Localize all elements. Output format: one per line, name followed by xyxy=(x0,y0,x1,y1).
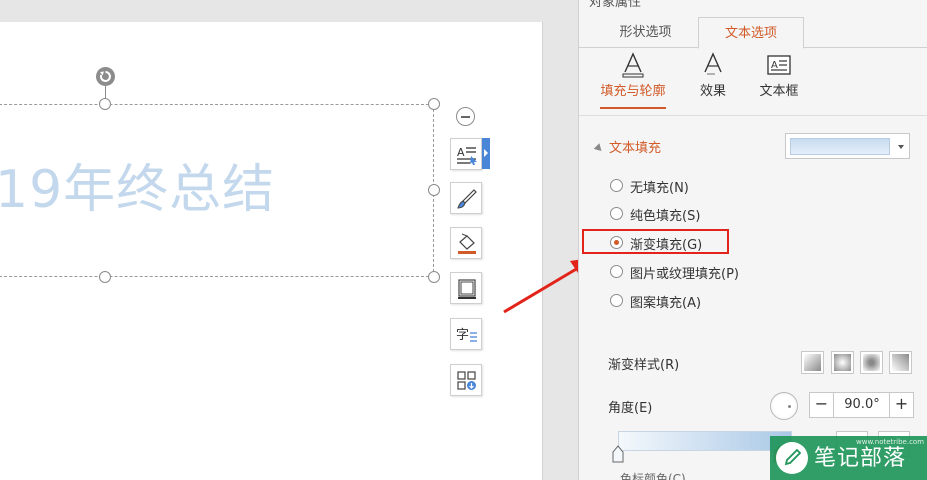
gradient-style-rect[interactable] xyxy=(860,351,883,374)
brush-button[interactable] xyxy=(450,182,482,214)
color-swatch xyxy=(790,138,890,155)
gradient-style-label: 渐变样式(R) xyxy=(608,358,680,373)
resize-handle-bottom-right[interactable] xyxy=(428,271,440,283)
more-options-button[interactable] xyxy=(450,364,482,396)
sub-tab-effect-label: 效果 xyxy=(699,84,726,99)
brush-icon xyxy=(457,189,477,209)
watermark-url: www.notetribe.com xyxy=(856,438,925,446)
chevron-down-icon xyxy=(898,145,904,149)
radio-no-fill-label: 无填充(N) xyxy=(630,181,689,196)
angle-value-input[interactable]: 90.0° xyxy=(835,393,889,417)
tab-text-options[interactable]: 文本选项 xyxy=(698,17,804,49)
character-icon: 字 xyxy=(456,328,477,343)
resize-handle-middle-right[interactable] xyxy=(428,184,440,196)
stop-color-label: 色标颜色(C) xyxy=(620,472,686,480)
panel-title-strip: 对象属性 xyxy=(579,0,927,10)
gradient-stop-bar[interactable] xyxy=(618,431,792,451)
angle-dial[interactable] xyxy=(770,392,798,420)
angle-label: 角度(E) xyxy=(608,401,653,416)
text-fill-section-toggle[interactable]: 文本填充 xyxy=(595,137,661,156)
panel-title: 对象属性 xyxy=(589,0,642,10)
slide-title-text[interactable]: 19年终总结 xyxy=(0,155,275,225)
resize-handle-top-middle[interactable] xyxy=(99,98,111,110)
angle-decrease-button[interactable]: − xyxy=(810,393,834,417)
text-style-icon: A xyxy=(457,146,477,165)
sub-tab-fill-outline[interactable]: 填充与轮廓 xyxy=(594,52,672,109)
angle-increase-button[interactable]: + xyxy=(889,393,913,417)
shape-outline-button[interactable] xyxy=(450,272,482,304)
text-wrap-button[interactable]: 字 xyxy=(450,318,482,350)
resize-handle-top-right[interactable] xyxy=(428,98,440,110)
resize-handle-bottom-middle[interactable] xyxy=(99,271,111,283)
gradient-style-radial[interactable] xyxy=(831,351,854,374)
textbox-icon: A xyxy=(767,55,791,75)
floating-toolbar: A 字 xyxy=(449,102,490,402)
collapse-toolbar-button[interactable] xyxy=(456,107,475,126)
radio-pattern-fill-label: 图案填充(A) xyxy=(630,296,702,311)
radio-gradient-fill-label: 渐变填充(G) xyxy=(630,238,703,253)
radio-button-icon xyxy=(610,294,623,307)
radio-button-icon xyxy=(610,179,623,192)
site-watermark: 笔记部落 www.notetribe.com xyxy=(770,436,927,480)
expand-text-style-button[interactable] xyxy=(482,138,490,169)
svg-text:A: A xyxy=(771,60,778,71)
section-divider xyxy=(579,115,927,116)
radio-button-icon xyxy=(610,265,623,278)
svg-text:字: 字 xyxy=(456,328,469,343)
sub-tab-textbox-label: 文本框 xyxy=(759,84,799,99)
selected-textbox[interactable]: 19年终总结 xyxy=(0,104,434,277)
gradient-style-path[interactable] xyxy=(889,351,912,374)
property-panel: 对象属性 形状选项 文本选项 填充与轮廓 效果 A 文本框 文本填充 无填充(N… xyxy=(578,0,927,480)
pen-icon xyxy=(784,448,802,466)
tab-shape-options[interactable]: 形状选项 xyxy=(593,17,698,48)
radio-solid-fill-label: 纯色填充(S) xyxy=(630,209,701,224)
fill-color-dropdown[interactable] xyxy=(785,133,910,159)
grid-options-icon xyxy=(457,371,476,390)
option-tab-bar: 形状选项 文本选项 xyxy=(579,17,927,49)
outline-icon xyxy=(458,279,476,299)
sub-tab-bar: 填充与轮廓 效果 A 文本框 xyxy=(579,52,927,110)
text-effect-icon xyxy=(704,52,722,75)
watermark-logo xyxy=(776,442,808,474)
slide-canvas-area: 19年终总结 A 字 xyxy=(0,0,596,480)
text-fill-icon xyxy=(622,52,644,78)
rotate-handle[interactable] xyxy=(96,67,115,86)
shape-fill-button[interactable] xyxy=(450,227,482,259)
sub-tab-textbox[interactable]: A 文本框 xyxy=(749,52,809,99)
sub-tab-fill-outline-label: 填充与轮廓 xyxy=(600,84,666,99)
svg-text:A: A xyxy=(457,146,465,159)
rotate-icon xyxy=(99,71,111,82)
radio-button-icon xyxy=(610,207,623,220)
gradient-stop-left[interactable] xyxy=(612,445,624,463)
angle-stepper: − 90.0° + xyxy=(809,392,914,418)
text-style-button[interactable]: A xyxy=(450,138,482,170)
gradient-style-linear[interactable] xyxy=(801,351,824,374)
radio-button-selected-icon xyxy=(610,236,623,249)
fill-bucket-icon xyxy=(458,233,476,254)
radio-picture-fill-label: 图片或纹理填充(P) xyxy=(630,267,739,282)
sub-tab-effect[interactable]: 效果 xyxy=(684,52,742,99)
